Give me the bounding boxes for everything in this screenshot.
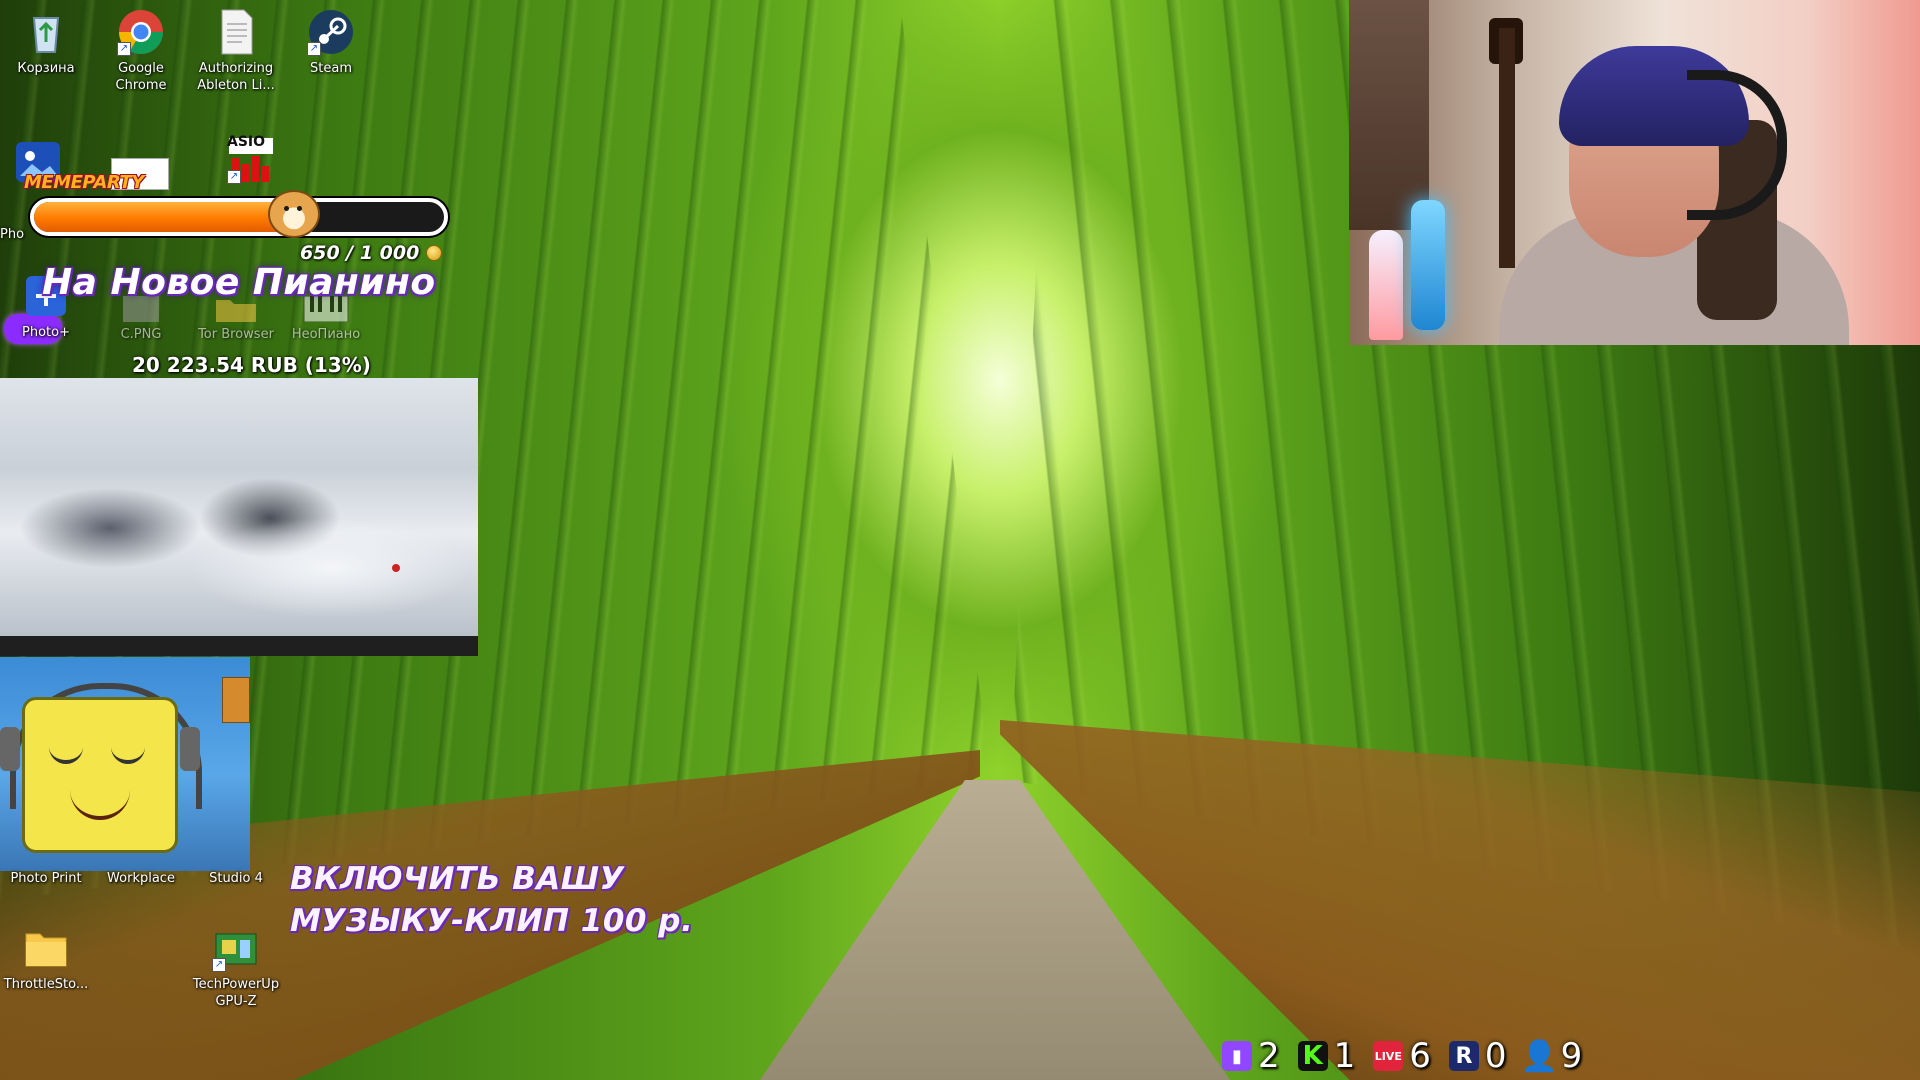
shortcut-arrow-icon: ↗ [307,42,321,56]
spongebob-eye-right [111,740,145,764]
lava-lamp-blue [1411,200,1445,330]
spongebob-image [0,657,250,871]
desktop-icon-label: Authorizing Ableton Li... [197,61,275,93]
desktop-icon-ableton[interactable]: Authorizing Ableton Li... [190,8,282,94]
desktop-icon-throttlestop[interactable]: ThrottleSto... [0,924,92,993]
counter-kick: K 1 [1297,1036,1356,1076]
video-frame [0,378,478,636]
counter-live: LIVE 6 [1373,1036,1431,1076]
counter-viewers: 👤 9 [1520,1036,1583,1076]
goal-name: На Новое Пианино [42,262,436,303]
chrome-icon: ↗ [117,8,165,56]
rumble-icon: R [1448,1041,1479,1071]
counter-value: 6 [1409,1036,1431,1076]
desktop-icon-asio[interactable]: ↗ ASIO [205,134,297,188]
recycle-bin-icon [22,8,70,56]
counter-twitch: ▮ 2 [1222,1036,1280,1076]
desktop-icon-label: ThrottleSto... [3,977,89,992]
desktop-icon-chrome[interactable]: ↗ Google Chrome [95,8,187,94]
desktop-icon-photoprint[interactable]: Photo Print [0,870,92,887]
spongebob-body [22,697,178,853]
counter-rumble: R 0 [1448,1036,1507,1076]
headphone-cup-left [0,727,20,771]
desktop-icon-label: Tor Browser [198,327,274,342]
spongebob-eye-left [49,740,83,764]
desktop-icon-label: Studio 4 [209,871,263,886]
desktop-icon-label: Steam [310,61,352,76]
webcam-shelf [1349,0,1429,230]
sticky-note-image [222,677,250,723]
desktop-icon-steam[interactable]: ↗ Steam [285,8,377,77]
desktop-icon-label: TechPowerUp GPU-Z [192,977,280,1009]
live-icon: LIVE [1373,1041,1404,1071]
counter-value: 9 [1560,1036,1583,1076]
desktop-icon-neopiano[interactable]: НеоПиано [280,295,372,343]
gpuz-icon: ↗ [212,924,260,972]
goal-progress-bar [30,198,448,236]
shortcut-arrow-icon: ↗ [227,170,241,184]
video-controls-bar[interactable] [0,636,478,656]
desktop-icon-workplace[interactable]: Workplace [95,870,187,887]
desktop-icon-recycle-bin[interactable]: Корзина [0,8,92,77]
desktop-icon-studio4[interactable]: Studio 4 [190,870,282,887]
kick-icon: K [1297,1041,1328,1071]
steam-icon: ↗ [307,8,355,56]
document-icon [212,8,260,56]
guitar-neck [1499,28,1515,268]
doge-icon [268,190,320,238]
promo-line-2: МУЗЫКУ-КЛИП 100 р. [290,903,694,939]
desktop-icon-tor[interactable]: Tor Browser [190,296,282,343]
goal-progress-fill [34,202,301,232]
desktop-icon-label: Photo+ [22,325,70,340]
video-player[interactable] [0,378,478,656]
counter-value: 1 [1333,1036,1356,1076]
desktop-icon-label: C.PNG [120,327,162,342]
goal-brand: MEMEPARTY [24,172,144,193]
folder-icon [22,924,70,972]
desktop-icon-cpng[interactable]: C.PNG [95,296,187,343]
counter-value: 0 [1484,1036,1507,1076]
asio-label: ASIO [227,134,266,150]
desktop-icon-gpuz[interactable]: ↗ TechPowerUp GPU-Z [190,924,282,1010]
goal-amount-rub: 20 223.54 RUB (13%) [132,353,371,377]
desktop-icon-label: Photo Print [10,871,82,886]
viewers-icon: 👤 [1520,1038,1559,1074]
spongebob-mouth [70,790,130,820]
shortcut-arrow-icon: ↗ [117,42,131,56]
shortcut-arrow-icon: ↗ [212,958,226,972]
goal-progress-text: 650 / 1 000 [300,242,420,264]
video-red-object [392,564,400,572]
lava-lamp-red [1369,230,1403,340]
desktop-icon-label: Workplace [107,871,175,886]
headphone-cup-right [180,727,200,771]
coin-icon [426,245,442,261]
desktop-icon-label: НеоПиано [291,327,361,342]
viewer-counters: ▮ 2 K 1 LIVE 6 R 0 👤 9 [1222,1036,1582,1076]
desktop-icon-label: Корзина [17,61,75,76]
promo-text: ВКЛЮЧИТЬ ВАШУ МУЗЫКУ-КЛИП 100 р. [290,858,693,942]
desktop-icon-label: Google Chrome [115,61,167,93]
webcam-feed [1349,0,1920,345]
promo-line-1: ВКЛЮЧИТЬ ВАШУ [290,861,624,897]
counter-value: 2 [1258,1036,1280,1076]
twitch-icon: ▮ [1222,1041,1252,1071]
